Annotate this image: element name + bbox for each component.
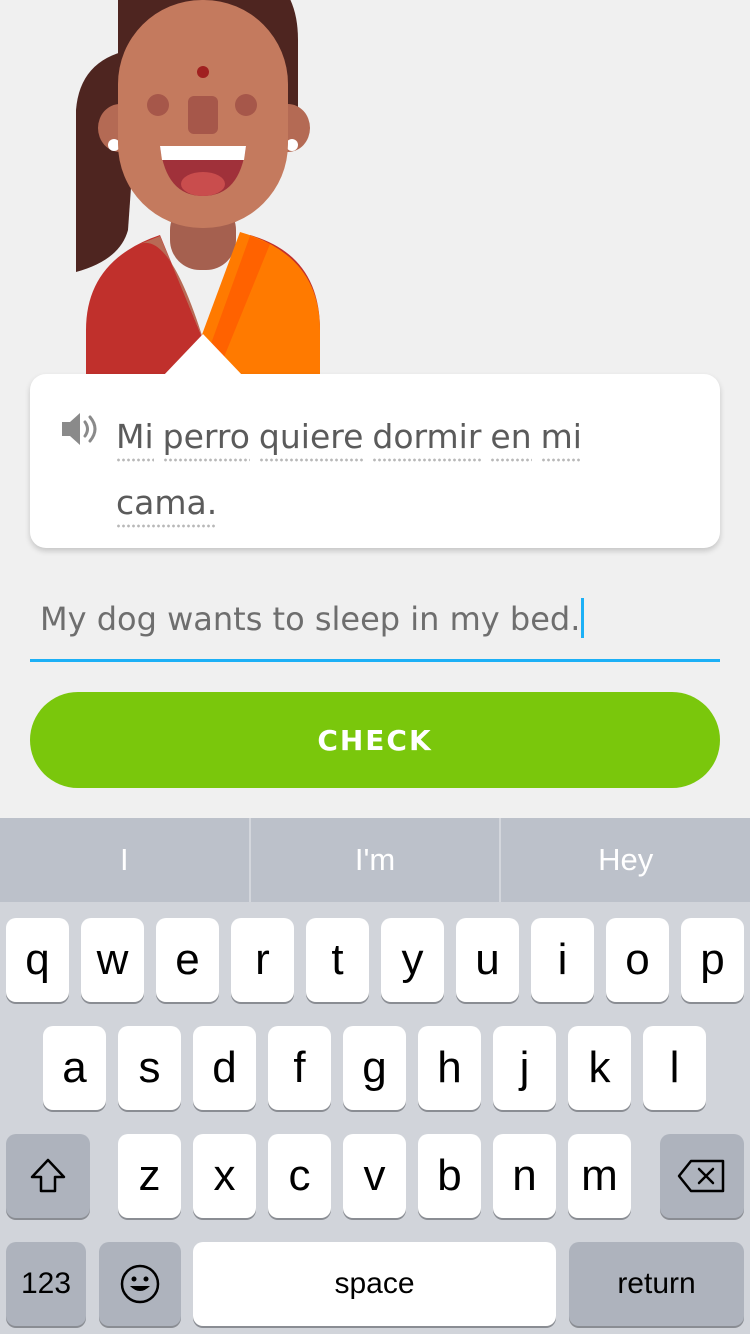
key-y[interactable]: y [381, 918, 444, 1002]
keyboard: I I'm Hey q w e r t y u i o p a s d f g … [0, 818, 750, 1334]
key-i[interactable]: i [531, 918, 594, 1002]
key-c[interactable]: c [268, 1134, 331, 1218]
shift-icon [30, 1158, 66, 1193]
key-b[interactable]: b [418, 1134, 481, 1218]
key-u[interactable]: u [456, 918, 519, 1002]
key-z[interactable]: z [118, 1134, 181, 1218]
prompt-word[interactable]: dormir [372, 404, 482, 470]
text-caret [581, 598, 585, 638]
speaker-icon[interactable] [60, 409, 102, 449]
emoji-icon [120, 1264, 160, 1304]
prompt-word[interactable]: cama. [116, 470, 218, 536]
key-v[interactable]: v [343, 1134, 406, 1218]
suggestion-item[interactable]: I [0, 818, 249, 902]
key-a[interactable]: a [43, 1026, 106, 1110]
space-key[interactable]: space [193, 1242, 556, 1326]
prompt-word[interactable]: perro [162, 404, 250, 470]
answer-text-wrapper: My dog wants to sleep in my bed. [40, 598, 585, 638]
key-t[interactable]: t [306, 918, 369, 1002]
answer-value: My dog wants to sleep in my bed. [40, 600, 581, 638]
key-r[interactable]: r [231, 918, 294, 1002]
prompt-word[interactable]: mi [540, 404, 582, 470]
key-o[interactable]: o [606, 918, 669, 1002]
key-p[interactable]: p [681, 918, 744, 1002]
key-k[interactable]: k [568, 1026, 631, 1110]
key-d[interactable]: d [193, 1026, 256, 1110]
backspace-key[interactable] [660, 1134, 744, 1218]
backspace-icon [677, 1159, 725, 1193]
prompt-sentence: Mi perro quiere dormir en mi cama. [116, 404, 696, 536]
key-s[interactable]: s [118, 1026, 181, 1110]
character-illustration [76, 0, 320, 376]
return-key[interactable]: return [569, 1242, 744, 1326]
suggestion-item[interactable]: Hey [501, 818, 750, 902]
check-button[interactable]: CHECK [30, 692, 720, 788]
key-m[interactable]: m [568, 1134, 631, 1218]
key-j[interactable]: j [493, 1026, 556, 1110]
key-e[interactable]: e [156, 918, 219, 1002]
key-g[interactable]: g [343, 1026, 406, 1110]
answer-input[interactable]: My dog wants to sleep in my bed. [30, 590, 720, 662]
key-l[interactable]: l [643, 1026, 706, 1110]
prompt-word[interactable]: en [490, 404, 532, 470]
suggestion-bar: I I'm Hey [0, 818, 750, 902]
bubble-tail [163, 334, 243, 376]
prompt-word[interactable]: quiere [258, 404, 364, 470]
suggestion-item[interactable]: I'm [251, 818, 500, 902]
prompt-word[interactable]: Mi [116, 404, 154, 470]
key-x[interactable]: x [193, 1134, 256, 1218]
key-q[interactable]: q [6, 918, 69, 1002]
key-w[interactable]: w [81, 918, 144, 1002]
key-n[interactable]: n [493, 1134, 556, 1218]
key-f[interactable]: f [268, 1026, 331, 1110]
numbers-key[interactable]: 123 [6, 1242, 86, 1326]
key-h[interactable]: h [418, 1026, 481, 1110]
emoji-key[interactable] [99, 1242, 181, 1326]
shift-key[interactable] [6, 1134, 90, 1218]
